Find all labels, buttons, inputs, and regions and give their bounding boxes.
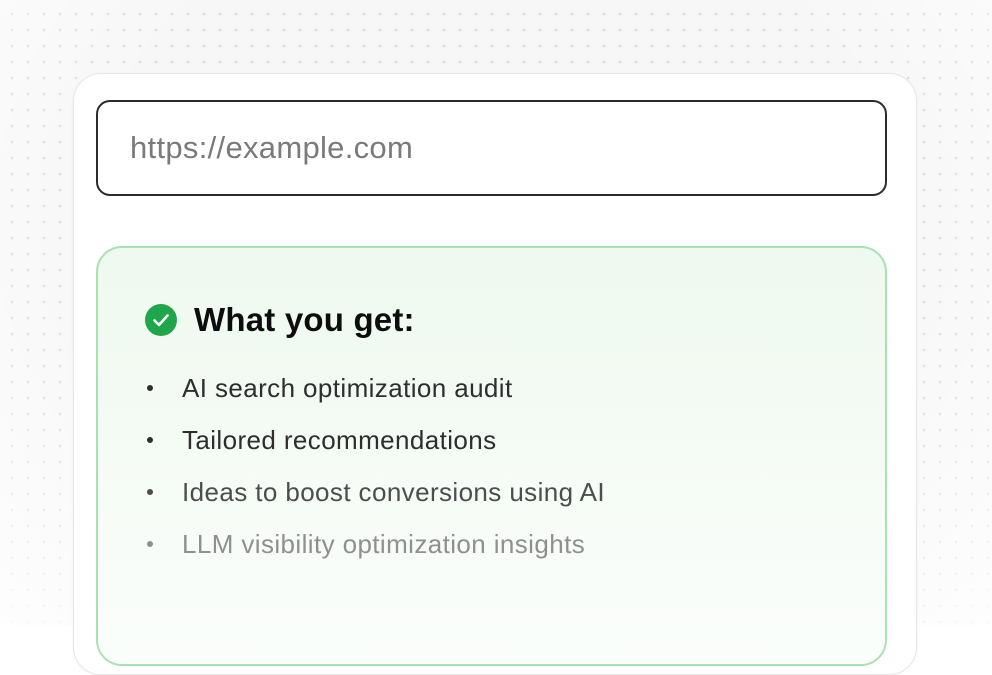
benefit-item-label: AI search optimization audit — [182, 372, 513, 403]
benefit-item: Tailored recommendations — [145, 414, 605, 466]
benefit-item-label: Ideas to boost conversions using AI — [182, 476, 606, 507]
benefits-list: AI search optimization audit Tailored re… — [145, 362, 605, 570]
benefits-header: What you get: — [145, 300, 415, 340]
benefits-title: What you get: — [194, 301, 415, 338]
bullet-icon — [147, 385, 153, 391]
benefit-item: Ideas to boost conversions using AI — [145, 466, 605, 518]
benefit-item: LLM visibility optimization insights — [145, 518, 605, 570]
benefit-item: AI search optimization audit — [145, 362, 605, 414]
check-circle-icon — [145, 304, 177, 336]
website-url-input[interactable] — [96, 100, 887, 196]
benefit-item-label: Tailored recommendations — [182, 424, 497, 455]
bullet-icon — [147, 437, 153, 443]
bullet-icon — [147, 489, 153, 495]
benefit-item-label: LLM visibility optimization insights — [182, 528, 586, 559]
bullet-icon — [147, 541, 153, 547]
